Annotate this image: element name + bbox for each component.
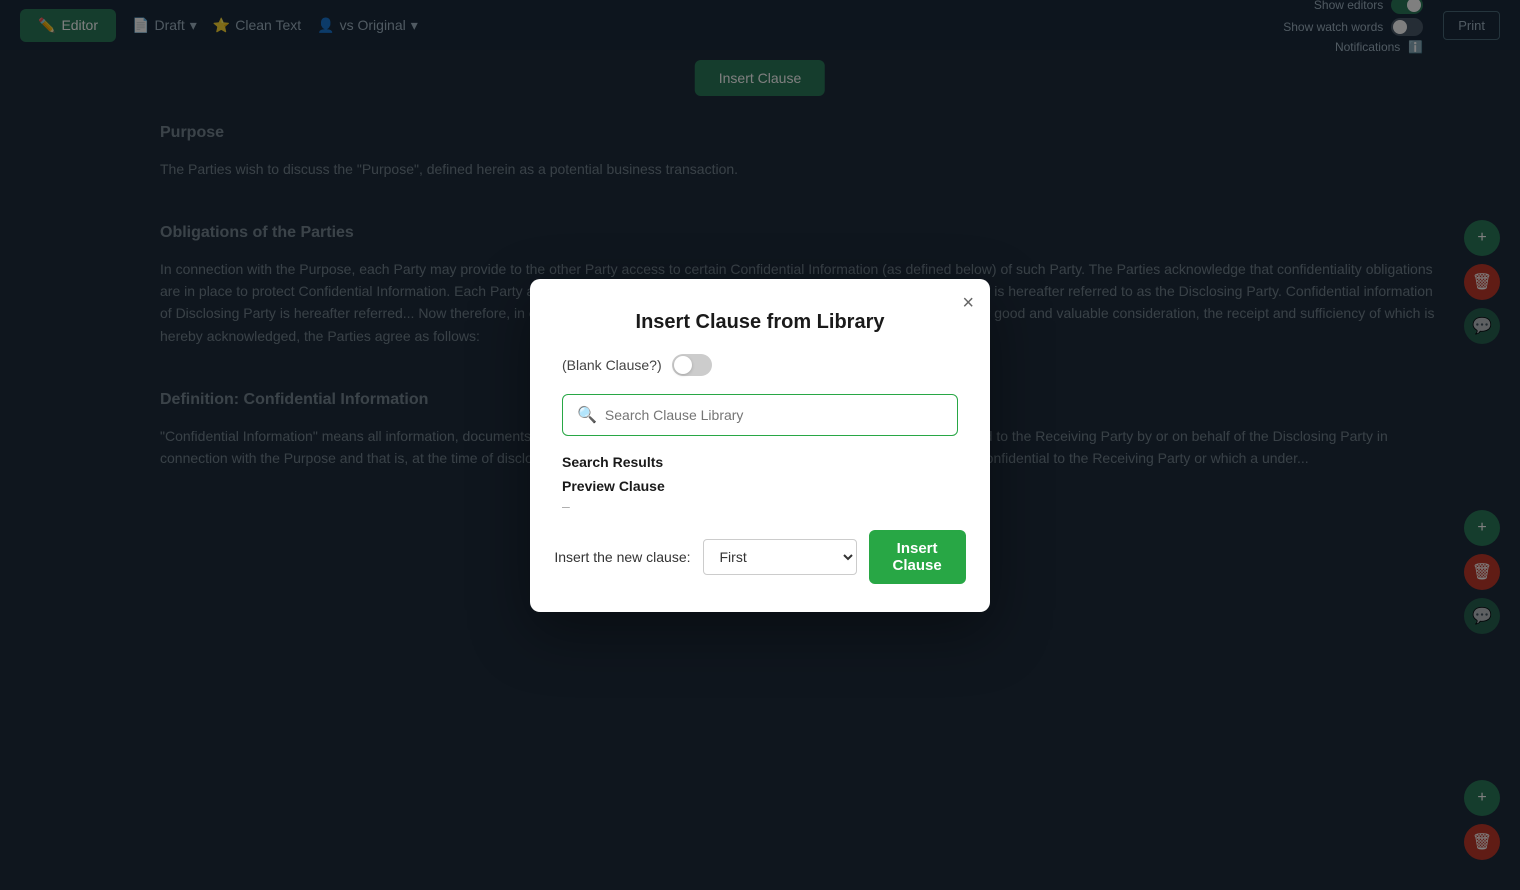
search-box: 🔍	[562, 394, 958, 436]
modal-title: Insert Clause from Library	[562, 311, 958, 334]
insert-row: Insert the new clause: First Last Before…	[562, 530, 958, 584]
preview-dash: –	[562, 498, 958, 514]
blank-clause-toggle-knob	[674, 356, 692, 374]
modal-close-button[interactable]: ×	[962, 293, 974, 313]
search-icon: 🔍	[577, 405, 597, 425]
search-results-label: Search Results	[562, 454, 958, 470]
modal-insert-clause: × Insert Clause from Library (Blank Clau…	[530, 279, 990, 612]
blank-clause-row: (Blank Clause?)	[562, 354, 958, 376]
preview-clause-label: Preview Clause	[562, 478, 958, 494]
insert-clause-modal-button[interactable]: Insert Clause	[869, 530, 966, 584]
blank-clause-label: (Blank Clause?)	[562, 357, 662, 373]
position-select[interactable]: First Last Before Current After Current	[703, 539, 857, 575]
insert-label: Insert the new clause:	[554, 549, 690, 565]
blank-clause-toggle[interactable]	[672, 354, 712, 376]
modal-overlay: × Insert Clause from Library (Blank Clau…	[0, 0, 1520, 890]
search-input[interactable]	[605, 407, 943, 423]
